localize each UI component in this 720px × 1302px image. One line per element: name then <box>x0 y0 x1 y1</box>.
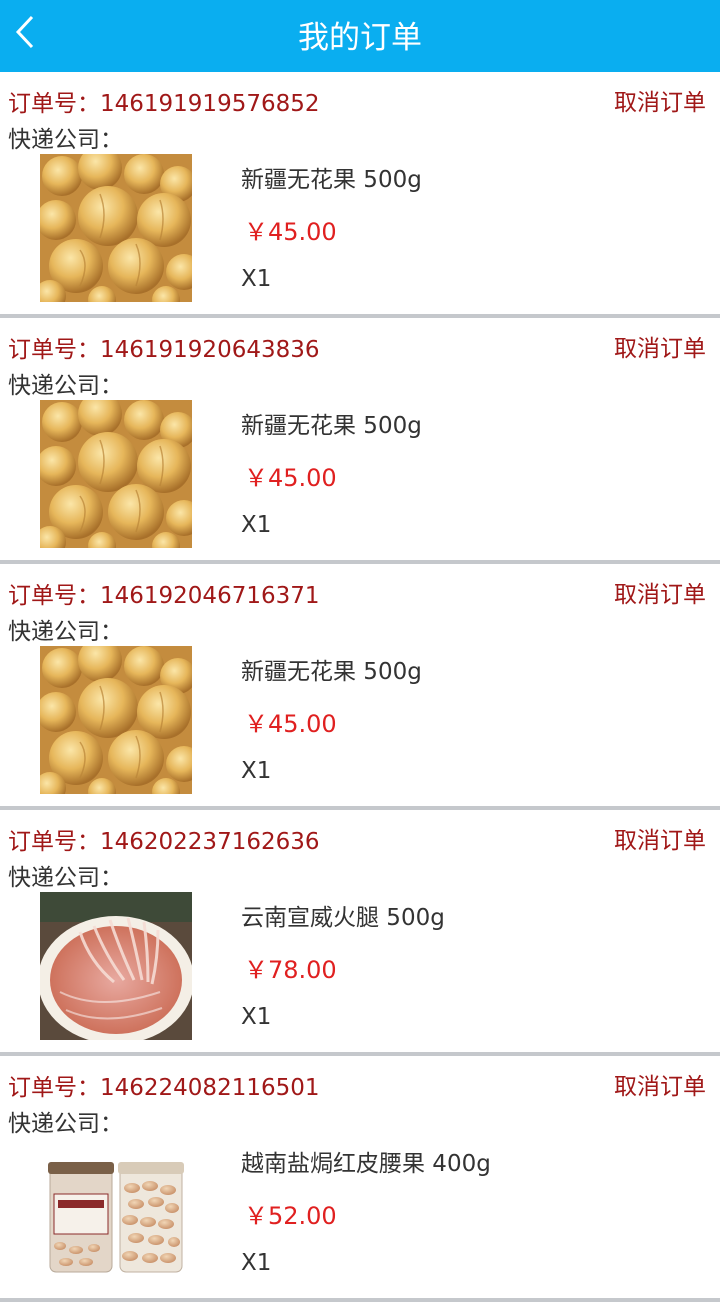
product-quantity: X1 <box>241 758 272 784</box>
header-bar: 我的订单 <box>0 0 720 72</box>
product-price: ￥45.00 <box>244 710 337 738</box>
dried-figs-image[interactable] <box>40 400 192 548</box>
product-name[interactable]: 新疆无花果 500g <box>241 652 422 686</box>
order-card: 订单号：146191920643836 取消订单 快递公司： 新疆无花果 500… <box>0 318 720 564</box>
product-name[interactable]: 新疆无花果 500g <box>241 160 422 194</box>
cancel-order-button[interactable]: 取消订单 <box>614 83 706 117</box>
order-number: 订单号：146224082116501 <box>8 1075 320 1101</box>
sliced-ham-image[interactable] <box>40 892 192 1040</box>
product-name[interactable]: 越南盐焗红皮腰果 400g <box>241 1144 491 1178</box>
product-name[interactable]: 新疆无花果 500g <box>241 406 422 440</box>
dried-figs-image[interactable] <box>40 646 192 794</box>
product-quantity: X1 <box>241 1250 272 1276</box>
order-card: 订单号：146224082116501 取消订单 快递公司： 越南盐焗红皮腰果 … <box>0 1056 720 1302</box>
cancel-order-button[interactable]: 取消订单 <box>614 575 706 609</box>
product-price: ￥45.00 <box>244 464 337 492</box>
courier-label: 快递公司： <box>8 619 123 645</box>
cancel-order-button[interactable]: 取消订单 <box>614 821 706 855</box>
product-quantity: X1 <box>241 266 272 292</box>
cashew-jars-image[interactable] <box>40 1138 192 1286</box>
product-quantity: X1 <box>241 512 272 538</box>
courier-label: 快递公司： <box>8 127 123 153</box>
page-title: 我的订单 <box>298 20 422 56</box>
order-number: 订单号：146202237162636 <box>8 829 320 855</box>
product-price: ￥45.00 <box>244 218 337 246</box>
dried-figs-image[interactable] <box>40 154 192 302</box>
product-price: ￥78.00 <box>244 956 337 984</box>
order-number: 订单号：146191919576852 <box>8 91 320 117</box>
courier-label: 快递公司： <box>8 1111 123 1137</box>
order-card: 订单号：146191919576852 取消订单 快递公司： 新疆无花果 500… <box>0 72 720 318</box>
courier-label: 快递公司： <box>8 865 123 891</box>
product-quantity: X1 <box>241 1004 272 1030</box>
courier-label: 快递公司： <box>8 373 123 399</box>
order-list: 订单号：146191919576852 取消订单 快递公司： 新疆无花果 500… <box>0 72 720 1302</box>
order-card: 订单号：146202237162636 取消订单 快递公司： 云南宣威火腿 50… <box>0 810 720 1056</box>
cancel-order-button[interactable]: 取消订单 <box>614 329 706 363</box>
order-number: 订单号：146192046716371 <box>8 583 320 609</box>
order-number: 订单号：146191920643836 <box>8 337 320 363</box>
order-card: 订单号：146192046716371 取消订单 快递公司： 新疆无花果 500… <box>0 564 720 810</box>
product-name[interactable]: 云南宣威火腿 500g <box>241 898 445 932</box>
product-price: ￥52.00 <box>244 1202 337 1230</box>
cancel-order-button[interactable]: 取消订单 <box>614 1067 706 1101</box>
